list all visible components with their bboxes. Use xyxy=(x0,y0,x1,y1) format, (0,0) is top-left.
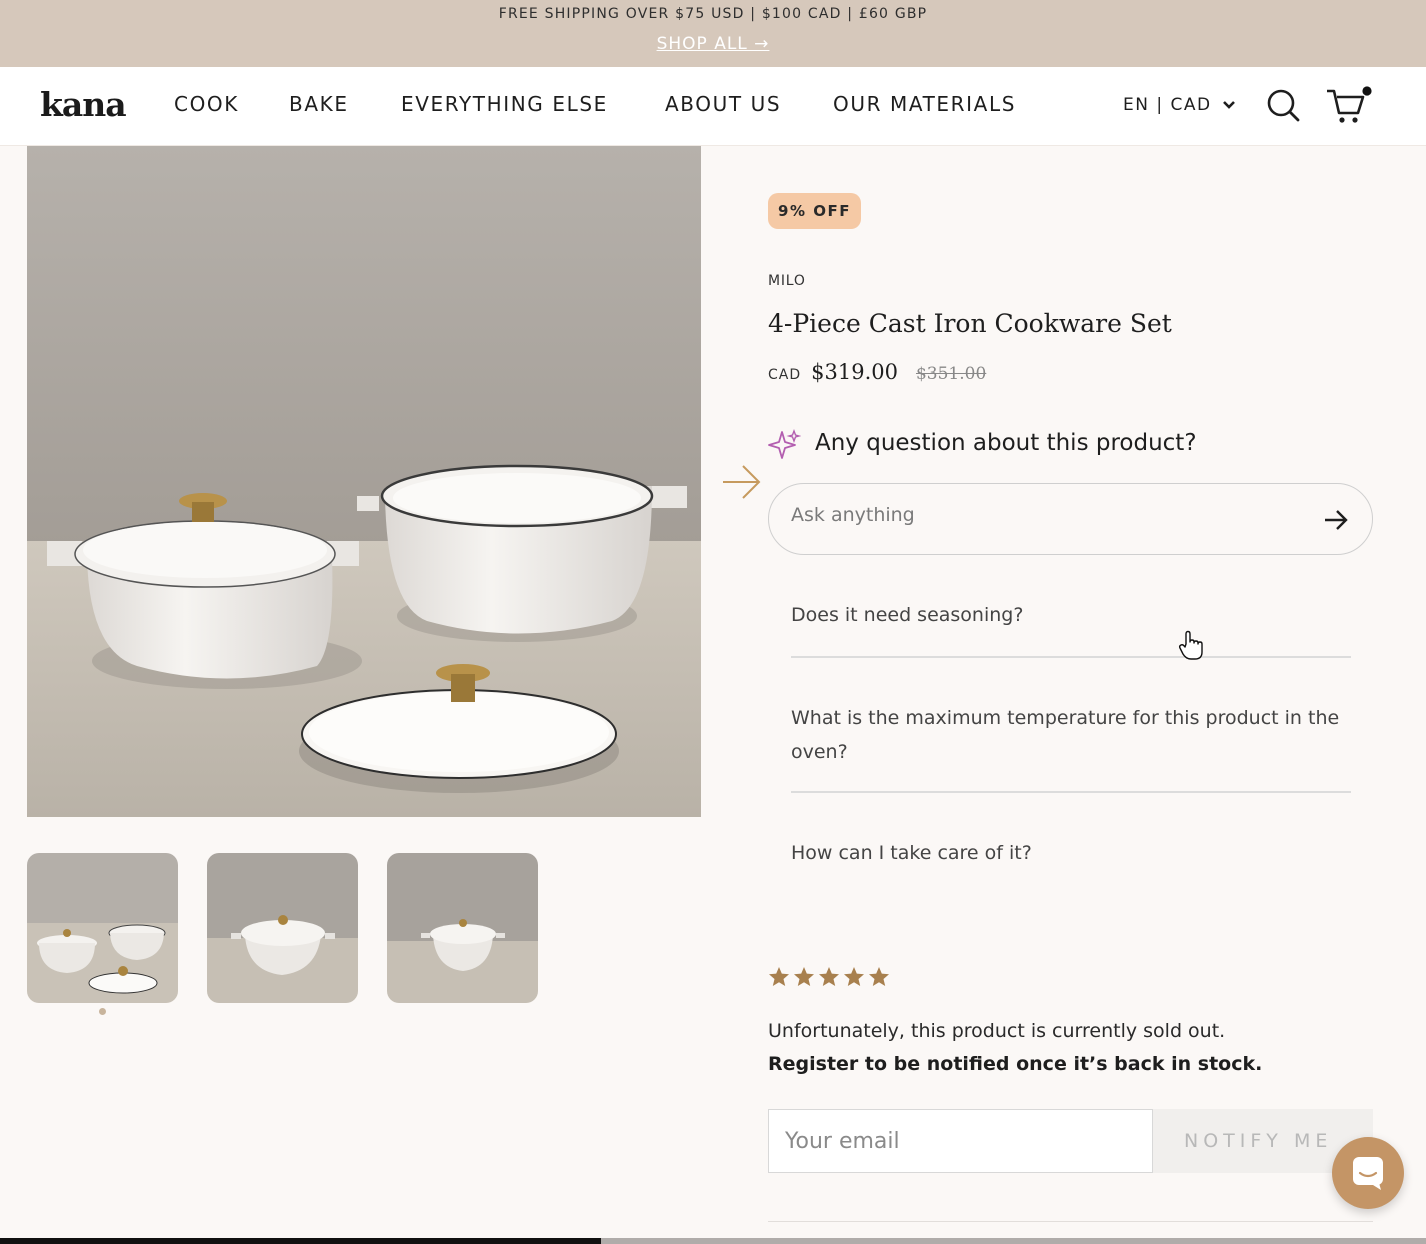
soldout-message: Unfortunately, this product is currently… xyxy=(768,1020,1226,1042)
thumbnail-3[interactable] xyxy=(387,853,538,1003)
product-title: 4-Piece Cast Iron Cookware Set xyxy=(768,309,1172,338)
submit-arrow-icon[interactable] xyxy=(1322,506,1350,534)
locale-selector[interactable]: EN | CAD xyxy=(1123,95,1236,115)
product-vendor: MILO xyxy=(768,273,806,289)
star-icon xyxy=(818,966,840,992)
sale-price: $319.00 xyxy=(811,360,898,384)
product-main-image[interactable] xyxy=(27,146,701,817)
nav-everything-else[interactable]: EVERYTHING ELSE xyxy=(401,92,608,116)
site-header: kana COOK BAKE EVERYTHING ELSE ABOUT US … xyxy=(0,67,1426,146)
thumbnail-1[interactable] xyxy=(27,853,178,1003)
divider xyxy=(768,1221,1373,1222)
star-icon xyxy=(843,966,865,992)
suggestion-seasoning[interactable]: Does it need seasoning? xyxy=(791,598,1351,632)
thumbnail-2[interactable] xyxy=(207,853,358,1003)
email-field[interactable] xyxy=(768,1109,1153,1173)
arrow-right-icon xyxy=(721,462,763,506)
cart-icon[interactable] xyxy=(1325,85,1375,131)
scroll-progress-bar xyxy=(0,1238,1426,1244)
suggestion-care[interactable]: How can I take care of it? xyxy=(791,836,1351,870)
chat-icon xyxy=(1351,1155,1385,1195)
locale-label: EN | CAD xyxy=(1123,95,1212,115)
currency-label: CAD xyxy=(768,367,802,383)
ask-question-title: Any question about this product? xyxy=(815,430,1197,456)
compare-price: $351.00 xyxy=(915,364,987,384)
rating-stars[interactable] xyxy=(768,966,890,992)
ask-box xyxy=(768,483,1373,555)
nav-bake[interactable]: BAKE xyxy=(289,92,349,116)
brand-logo[interactable]: kana xyxy=(40,85,127,124)
chat-launcher[interactable] xyxy=(1332,1137,1404,1209)
hand-cursor-icon xyxy=(1177,630,1205,666)
sparkle-icon xyxy=(767,428,802,466)
chevron-down-icon xyxy=(1222,95,1236,115)
nav-about-us[interactable]: ABOUT US xyxy=(665,92,781,116)
search-icon[interactable] xyxy=(1266,87,1302,129)
ask-input[interactable] xyxy=(791,504,1291,526)
star-icon xyxy=(768,966,790,992)
nav-our-materials[interactable]: OUR MATERIALS xyxy=(833,92,1016,116)
price-row: CAD $319.00 $351.00 xyxy=(768,360,986,384)
nav-cook[interactable]: COOK xyxy=(174,92,239,116)
divider xyxy=(791,656,1351,658)
scroll-progress-fill xyxy=(0,1238,601,1244)
star-icon xyxy=(793,966,815,992)
register-message: Register to be notified once it’s back i… xyxy=(768,1053,1263,1075)
shipping-notice: FREE SHIPPING OVER $75 USD | $100 CAD | … xyxy=(498,6,928,22)
shop-all-link[interactable]: SHOP ALL → xyxy=(0,34,1426,54)
star-icon xyxy=(868,966,890,992)
discount-badge: 9% OFF xyxy=(768,193,861,229)
announcement-bar: FREE SHIPPING OVER $75 USD | $100 CAD | … xyxy=(0,0,1426,67)
divider xyxy=(791,791,1351,793)
thumbnail-indicator-dot xyxy=(99,1008,106,1015)
suggestion-max-temperature[interactable]: What is the maximum temperature for this… xyxy=(791,701,1351,769)
